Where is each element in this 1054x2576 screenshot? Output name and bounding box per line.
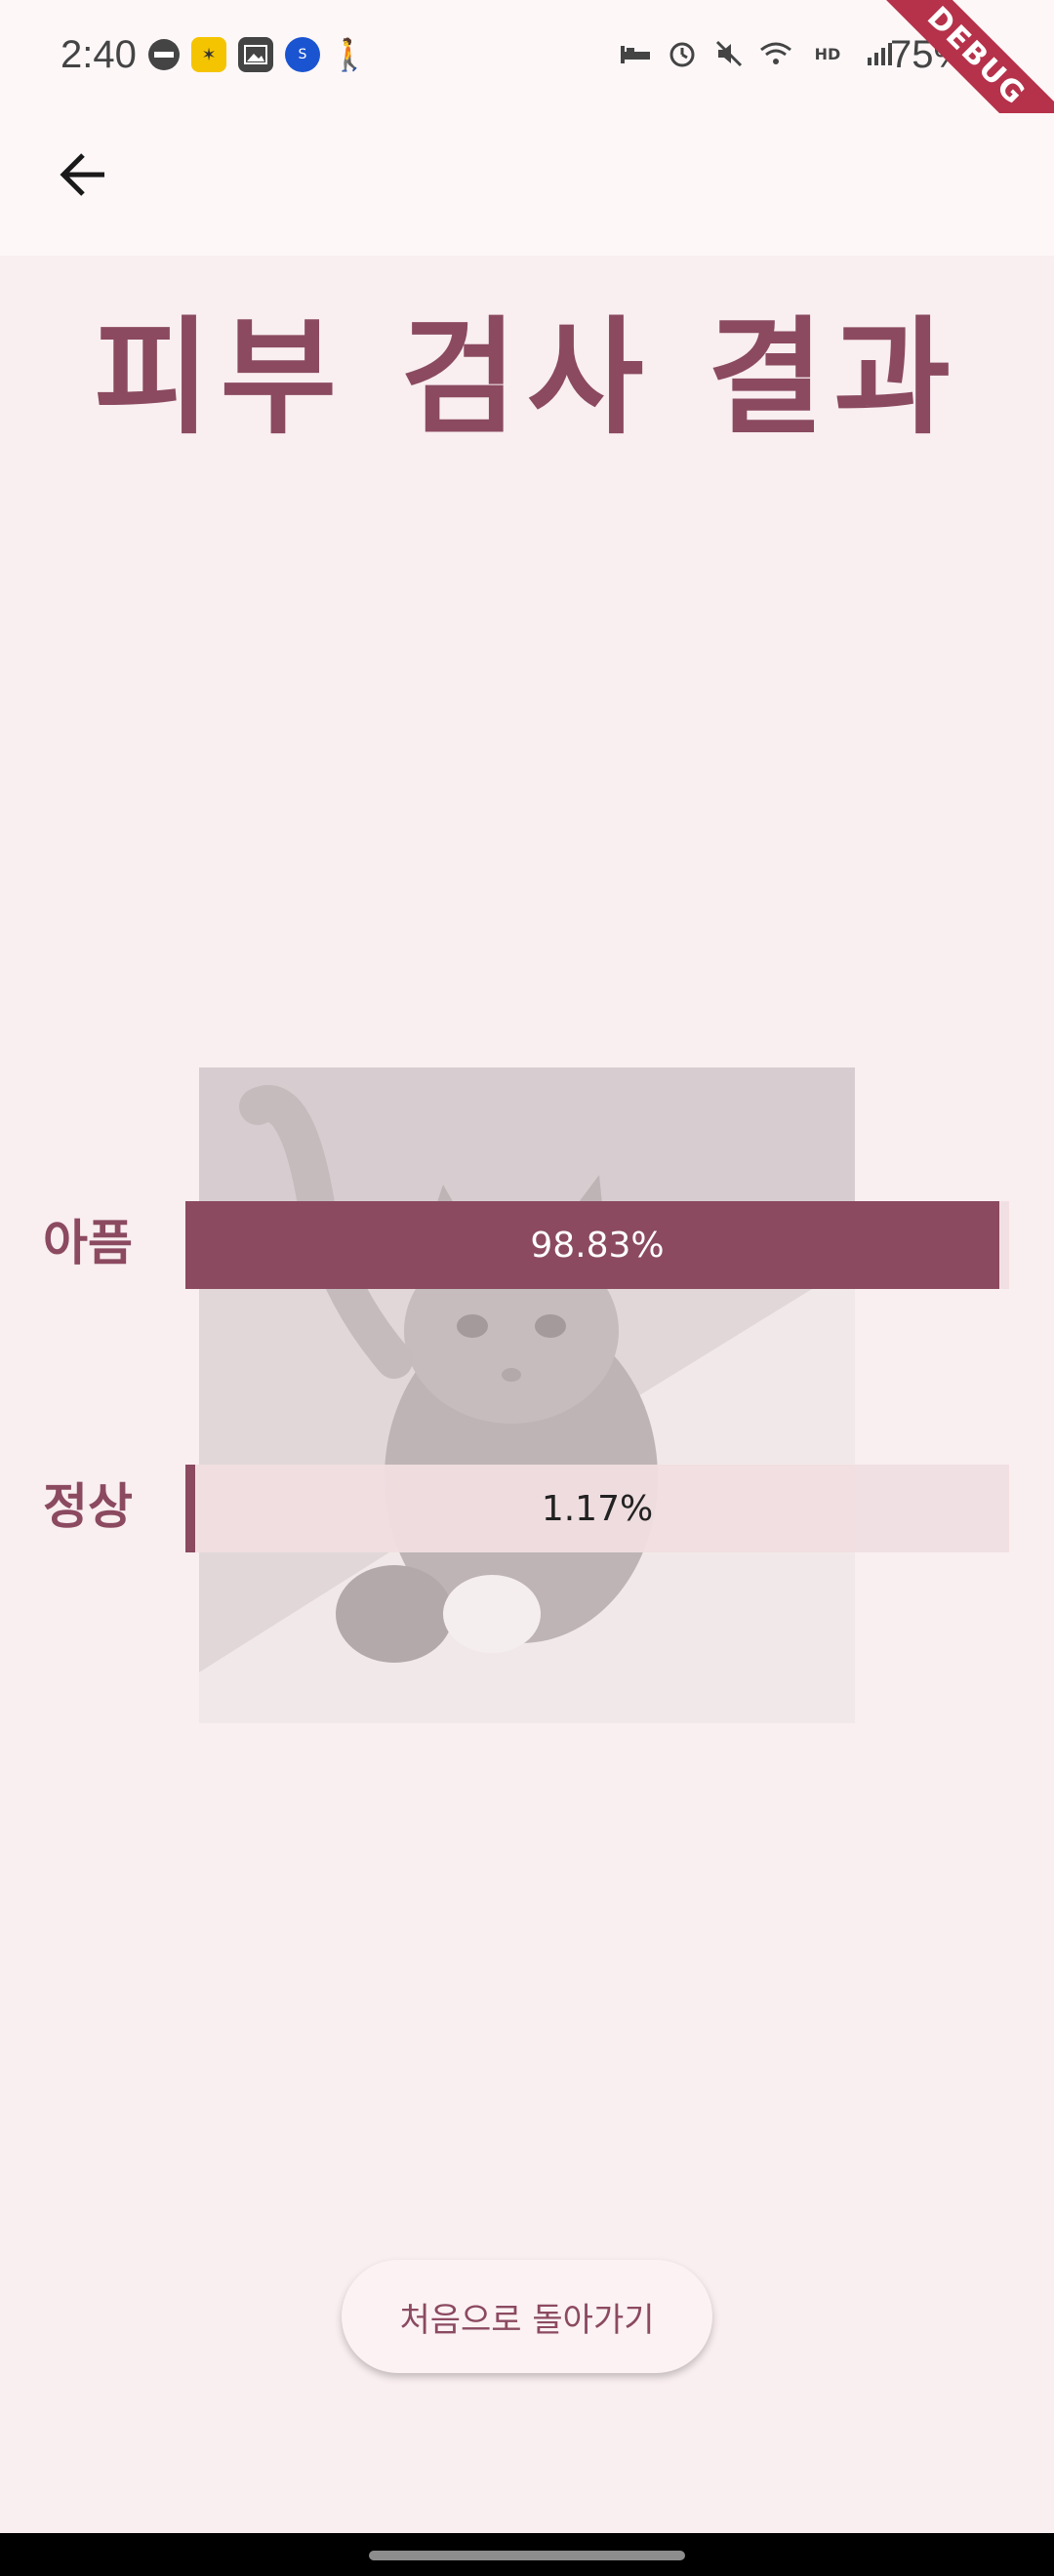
hd-voice-icon: HD [814, 44, 841, 63]
alarm-icon [666, 37, 699, 70]
result-value-normal: 1.17% [541, 1488, 654, 1529]
app-notification-icon: ✶ [191, 37, 226, 72]
result-label-normal: 정상 [43, 1478, 133, 1535]
home-indicator[interactable] [369, 2551, 685, 2560]
back-button[interactable] [49, 142, 117, 211]
walking-icon: 🚶 [330, 36, 369, 73]
bed-icon [619, 37, 652, 70]
status-icons-left: ✶ S 🚶 [148, 36, 369, 73]
mute-icon [712, 37, 746, 70]
result-value-sick: 98.83% [530, 1225, 665, 1266]
page-title: 피부 검사 결과 [93, 302, 961, 452]
arrow-left-icon [58, 149, 108, 204]
gallery-icon [238, 37, 273, 72]
super-sol-icon: S [285, 37, 320, 72]
status-time: 2:40 [61, 33, 137, 76]
result-bar-sick: 98.83% [185, 1201, 1009, 1289]
cat-photo [199, 1067, 855, 1723]
status-bar: 2:40 ✶ S 🚶 HD 75% DEBUG [0, 0, 1054, 178]
result-label-sick: 아픔 [43, 1215, 133, 1271]
wifi-icon [759, 37, 792, 70]
result-bar-normal: 1.17% [185, 1465, 1009, 1552]
status-icons-right: HD [619, 37, 896, 70]
app-bar [0, 113, 1054, 256]
home-button[interactable]: 처음으로 돌아가기 [342, 2260, 712, 2373]
do-not-disturb-icon [148, 39, 180, 70]
